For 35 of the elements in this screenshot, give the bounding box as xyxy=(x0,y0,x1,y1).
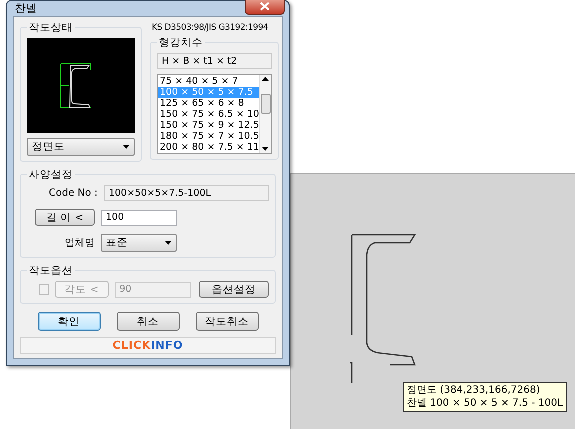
scroll-thumb[interactable] xyxy=(260,94,271,114)
maker-dropdown[interactable]: 표준 xyxy=(101,234,177,252)
dialog-button[interactable]: 확인 xyxy=(38,312,100,331)
tooltip-text: 찬넬 100 × 50 × 5 × 7.5 - 100L xyxy=(407,397,564,410)
dialog-button[interactable]: 취소 xyxy=(116,312,180,331)
maker-label: 업체명 xyxy=(65,237,95,250)
scroll-up-icon xyxy=(262,77,270,81)
scroll-down-icon xyxy=(262,147,270,151)
code-field: 100×50×5×7.5-100L xyxy=(104,185,269,201)
scrollbar[interactable] xyxy=(259,75,272,153)
close-button[interactable] xyxy=(245,0,285,14)
tooltip-text: 정면도 (384,233,166,7268) xyxy=(407,384,542,397)
list-item[interactable]: 150 × 75 × 9 × 12.5 xyxy=(158,120,260,131)
caret-icon xyxy=(165,241,172,245)
list-item[interactable]: 180 × 75 × 7 × 10.5 xyxy=(158,131,260,142)
group-label: 작도상태 xyxy=(27,21,75,35)
length-button[interactable]: 길 이 < xyxy=(35,209,95,226)
list-item[interactable]: 75 × 40 × 5 × 7 xyxy=(158,76,260,87)
list-item[interactable]: 150 × 75 × 6.5 × 10 xyxy=(158,109,260,120)
group-label: 사양설정 xyxy=(27,168,75,182)
brand-logo: CLICKINFO xyxy=(112,339,184,352)
view-dropdown[interactable]: 정면도 xyxy=(27,138,135,156)
code-label: Code No : xyxy=(49,188,98,198)
size-list[interactable]: 75 × 40 × 5 × 7 100 × 50 × 5 × 7.5 125 × 65 × 6 × 8 150 × 75 × 6.5 × 10 150 × 75 × 9 × 12.5 180 × 75 × 7 × 10.5 200 × 80 × 7.5 × 11 xyxy=(157,74,272,154)
close-icon xyxy=(260,2,270,10)
group-label: 형강치수 xyxy=(157,36,205,50)
header-field: H × B × t1 × t2 xyxy=(157,53,272,69)
list-item[interactable]: 125 × 65 × 6 × 8 xyxy=(158,98,260,109)
window-title: 찬넬 xyxy=(15,1,37,16)
length-input[interactable]: 100 xyxy=(101,210,177,226)
group-label: 작도옵션 xyxy=(27,264,75,278)
caret-icon xyxy=(123,145,130,149)
dialog-button[interactable]: 작도취소 xyxy=(196,312,258,331)
standard-text: KS D3503:98/JIS G3192:1994 xyxy=(151,23,270,33)
list-item[interactable]: 200 × 80 × 7.5 × 11 xyxy=(158,142,260,153)
